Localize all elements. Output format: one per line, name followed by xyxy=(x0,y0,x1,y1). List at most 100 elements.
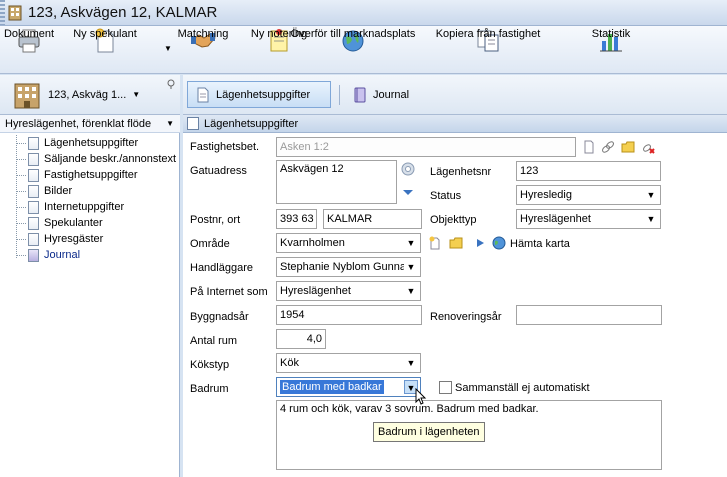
status-value: Hyresledig xyxy=(520,189,572,201)
tab-divider xyxy=(339,85,340,105)
document-icon xyxy=(28,152,39,166)
flow-dropdown-icon[interactable]: ▼ xyxy=(166,119,174,128)
internet-label: På Internet som xyxy=(190,286,268,298)
statistik-button[interactable]: Statistik xyxy=(592,28,630,72)
dokument-label: Dokument xyxy=(3,28,55,40)
document-icon xyxy=(187,117,199,130)
chevron-down-icon[interactable]: ▼ xyxy=(404,284,418,298)
omrade-value: Kvarnholmen xyxy=(280,237,345,249)
tree-item-bilder[interactable]: Bilder xyxy=(0,183,180,199)
chevron-down-icon[interactable]: ▼ xyxy=(644,188,658,202)
badrum-tooltip: Badrum i lägenheten xyxy=(373,422,485,442)
document-icon xyxy=(28,136,39,150)
tab-journal-label: Journal xyxy=(373,88,410,101)
expand-down-icon[interactable] xyxy=(401,185,415,199)
tree-item-internetuppgifter[interactable]: Internetuppgifter xyxy=(0,199,180,215)
flow-selector[interactable]: Hyreslägenhet, förenklat flöde ▼ xyxy=(0,115,180,133)
pin-icon[interactable] xyxy=(166,79,176,89)
journal-icon xyxy=(354,87,366,102)
ny-spekulant-button[interactable]: Ny spekulant xyxy=(73,28,137,72)
internet-select[interactable]: Hyreslägenhet ▼ xyxy=(276,281,421,301)
new-area-icon[interactable] xyxy=(428,236,442,250)
title-bar: 123, Askvägen 12, KALMAR xyxy=(0,0,727,26)
kopiera-fastighet-button[interactable]: Kopiera från fastighet xyxy=(436,28,540,72)
overfor-marknadsplats-button[interactable]: Överför till marknadsplats xyxy=(291,28,415,72)
chevron-down-icon[interactable]: ▼ xyxy=(644,212,658,226)
property-dropdown-icon[interactable]: ▼ xyxy=(132,90,140,99)
objekttyp-value: Hyreslägenhet xyxy=(520,213,591,225)
ny-notering-button[interactable]: Ny notering xyxy=(251,28,307,72)
new-icon[interactable] xyxy=(582,140,596,154)
gatuadress-label: Gatuadress xyxy=(190,165,247,177)
gatuadress-field[interactable]: Askvägen 12 xyxy=(276,160,397,204)
matchning-button[interactable]: Matchning xyxy=(178,28,228,72)
section-title: Lägenhetsuppgifter xyxy=(204,117,299,130)
badrum-label: Badrum xyxy=(190,383,229,395)
sammanstall-label: Sammanställ ej automatiskt xyxy=(455,382,590,394)
tab-lagenhetsuppgifter-label: Lägenhetsuppgifter xyxy=(216,88,311,101)
tab-lagenhetsuppgifter[interactable]: Lägenhetsuppgifter xyxy=(187,81,331,108)
document-icon xyxy=(28,184,39,198)
antal-rum-field[interactable]: 4,0 xyxy=(276,329,326,349)
document-icon xyxy=(28,200,39,214)
fastighetsbet-label: Fastighetsbet. xyxy=(190,141,260,153)
tree-item-spekulanter[interactable]: Spekulanter xyxy=(0,215,180,231)
omrade-label: Område xyxy=(190,238,230,250)
link-icon[interactable] xyxy=(601,140,615,154)
hamta-karta-link[interactable]: Hämta karta xyxy=(510,238,570,250)
handlaggare-value: Stephanie Nyblom Gunna xyxy=(280,261,406,273)
badrum-select[interactable]: Badrum med badkar ▼ xyxy=(276,377,421,397)
byggnadsar-label: Byggnadsår xyxy=(190,311,249,323)
property-selector[interactable]: 123, Askväg 1... ▼ xyxy=(0,75,180,115)
document-icon xyxy=(28,216,39,230)
chevron-down-icon[interactable]: ▼ xyxy=(404,356,418,370)
objekttyp-label: Objekttyp xyxy=(430,214,477,226)
building-icon xyxy=(14,83,40,108)
tab-journal[interactable]: Journal xyxy=(345,81,417,108)
statistik-label: Statistik xyxy=(591,28,631,40)
kopiera-fastighet-label: Kopiera från fastighet xyxy=(435,28,541,40)
postnr-field[interactable]: 393 63 xyxy=(276,209,317,229)
app-building-icon xyxy=(8,5,22,20)
navigation-pane: 123, Askväg 1... ▼ Hyreslägenhet, förenk… xyxy=(0,75,180,477)
property-name: 123, Askväg 1... xyxy=(48,88,127,101)
section-header: Lägenhetsuppgifter xyxy=(183,115,727,133)
chevron-down-icon[interactable]: ▼ xyxy=(404,260,418,274)
handlaggare-select[interactable]: Stephanie Nyblom Gunna ▼ xyxy=(276,257,421,277)
address-lookup-icon[interactable] xyxy=(401,162,415,176)
objekttyp-select[interactable]: Hyreslägenhet ▼ xyxy=(516,209,661,229)
tree-item-fastighetsuppgifter[interactable]: Fastighetsuppgifter xyxy=(0,167,180,183)
tree-item-journal[interactable]: Journal xyxy=(0,247,180,263)
tree-item-saljande-beskr[interactable]: Säljande beskr./annonstext xyxy=(0,151,180,167)
globe-icon[interactable] xyxy=(492,236,506,250)
ny-spekulant-label: Ny spekulant xyxy=(73,28,137,40)
journal-icon xyxy=(28,248,39,262)
flow-label: Hyreslägenhet, förenklat flöde xyxy=(5,117,152,130)
tree-item-lagenhetsuppgifter[interactable]: Lägenhetsuppgifter xyxy=(0,135,180,151)
content-pane: Lägenhetsuppgifter Journal Lägenhetsuppg… xyxy=(183,75,727,477)
internet-value: Hyreslägenhet xyxy=(280,285,351,297)
folder-icon[interactable] xyxy=(449,236,463,250)
tree-item-hyresgaster[interactable]: Hyresgäster xyxy=(0,231,180,247)
mouse-cursor-icon xyxy=(415,388,427,405)
folder-icon[interactable] xyxy=(621,140,635,154)
ny-spekulant-dropdown-icon[interactable]: ▼ xyxy=(164,44,172,53)
main-toolbar: Dokument Ny spekulant ▼ Matchning Ny not… xyxy=(0,26,727,74)
remove-link-icon[interactable] xyxy=(641,140,655,154)
ort-field[interactable]: KALMAR xyxy=(323,209,422,229)
byggnadsar-field[interactable]: 1954 xyxy=(276,305,422,325)
lagenhetsnr-field[interactable]: 123 xyxy=(516,161,661,181)
renoveringsar-label: Renoveringsår xyxy=(430,311,502,323)
window-title: 123, Askvägen 12, KALMAR xyxy=(28,4,218,21)
window-grip[interactable] xyxy=(0,0,5,25)
fastighetsbet-field[interactable]: Asken 1:2 xyxy=(276,137,576,157)
navigation-tree: Lägenhetsuppgifter Säljande beskr./annon… xyxy=(0,135,180,263)
dokument-button[interactable]: Dokument xyxy=(4,28,54,72)
renoveringsar-field[interactable] xyxy=(516,305,662,325)
omrade-select[interactable]: Kvarnholmen ▼ xyxy=(276,233,421,253)
kokstyp-select[interactable]: Kök ▼ xyxy=(276,353,421,373)
status-select[interactable]: Hyresledig ▼ xyxy=(516,185,661,205)
play-icon[interactable] xyxy=(473,236,487,250)
chevron-down-icon[interactable]: ▼ xyxy=(404,236,418,250)
sammanstall-checkbox[interactable] xyxy=(439,381,452,394)
